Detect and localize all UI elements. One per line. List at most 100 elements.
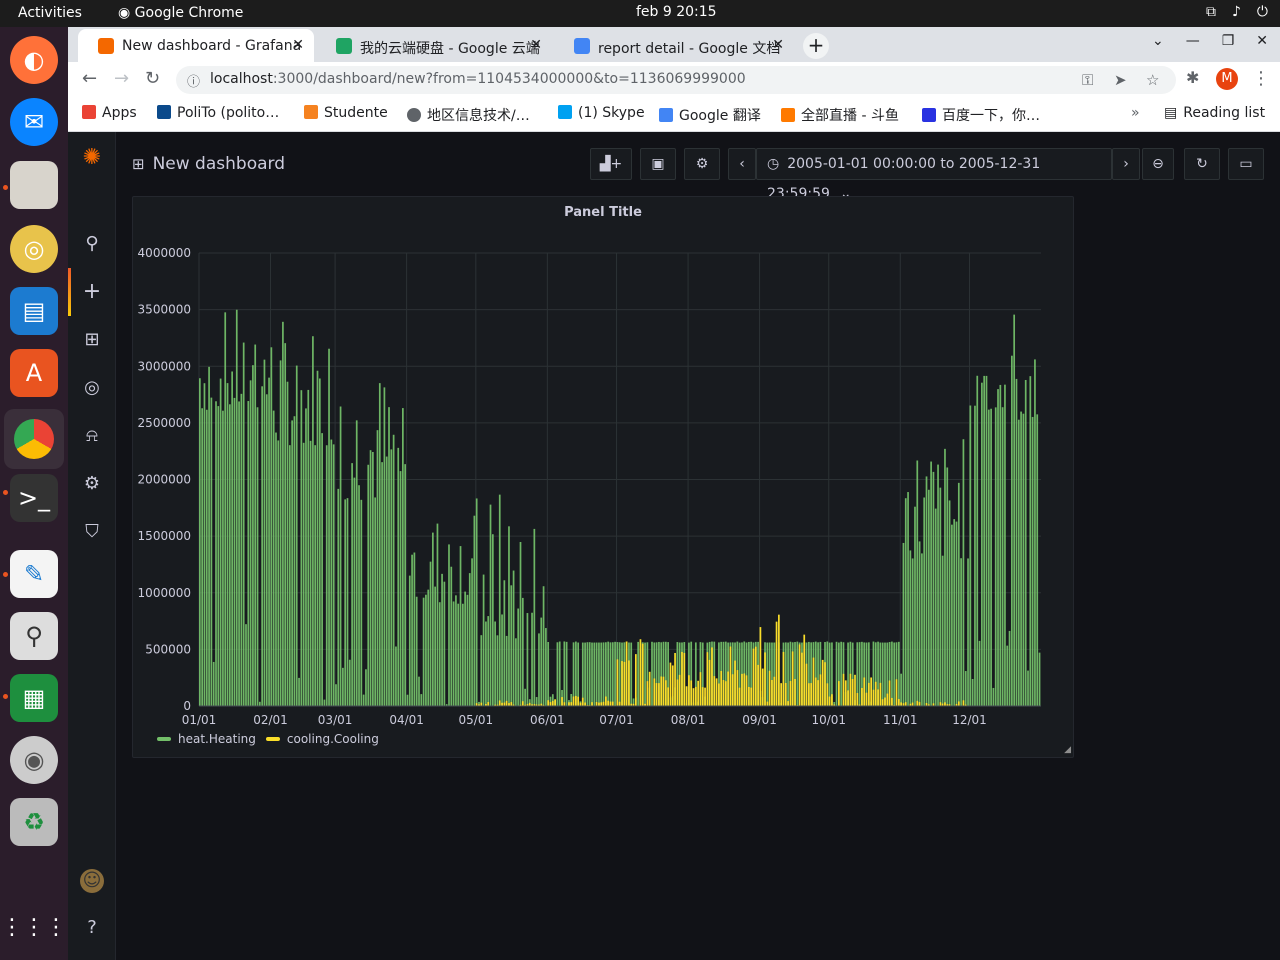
bookmark-polito[interactable]: PoliTo (polito… (157, 105, 279, 121)
create-plus-icon[interactable]: + (80, 280, 104, 304)
reading-list-button[interactable]: ▤ Reading list (1164, 105, 1265, 121)
terminal-icon[interactable]: >_ (10, 474, 58, 522)
save-dashboard-button[interactable]: ▣ (640, 148, 676, 180)
time-shift-back-button[interactable]: ‹ (728, 148, 756, 180)
graph-panel[interactable]: Panel Title 0 500000 1000000 1500000 2000000… (132, 196, 1074, 758)
refresh-button[interactable]: ↻ (1184, 148, 1220, 180)
close-window-icon[interactable]: ✕ (1256, 33, 1268, 49)
rhythmbox-icon[interactable]: ◎ (10, 225, 58, 273)
key-icon[interactable]: ⚿ (1082, 71, 1093, 89)
chevron-left-icon: ‹ (739, 156, 745, 172)
bar-cooling (738, 687, 741, 706)
clock[interactable]: feb 9 20:15 (636, 4, 717, 20)
new-tab-button[interactable]: + (803, 33, 829, 59)
reload-icon[interactable]: ↻ (145, 68, 160, 89)
legend-item-heating[interactable]: heat.Heating (157, 732, 256, 746)
restore-icon[interactable]: ❐ (1222, 33, 1235, 49)
bar-cooling (572, 696, 575, 706)
close-tab-icon[interactable]: ✕ (530, 37, 542, 53)
bookmark-skype[interactable]: (1) Skype (558, 105, 645, 121)
bar-cooling (801, 652, 803, 706)
send-icon[interactable]: ➤ (1114, 71, 1127, 89)
bookmark-baidu[interactable]: 百度一下，你… (922, 105, 1040, 125)
configuration-gear-icon[interactable]: ⚙ (80, 472, 104, 496)
bar-cooling (778, 614, 780, 706)
firefox-icon[interactable]: ◐ (10, 36, 58, 84)
thunderbird-icon[interactable]: ✉ (10, 98, 58, 146)
bar-heating (925, 476, 928, 706)
image-viewer-icon[interactable]: ⚲ (10, 612, 58, 660)
tab-label: New dashboard - Grafana (122, 38, 302, 54)
add-panel-button[interactable]: ▟+ (590, 148, 632, 180)
bar-heating (902, 542, 905, 706)
bar-cooling (870, 677, 872, 706)
bar-heating (374, 497, 377, 706)
tab-google-drive[interactable]: 我的云端硬盘 - Google 云端 ✕ (316, 29, 552, 62)
forward-icon[interactable]: → (114, 68, 129, 89)
bar-heating (828, 642, 831, 706)
bar-heating (1038, 652, 1041, 706)
activities-button[interactable]: Activities (18, 5, 82, 21)
time-shift-forward-button[interactable]: › (1112, 148, 1140, 180)
bookmark-apps[interactable]: Apps (82, 105, 137, 121)
text-editor-icon[interactable]: ✎ (10, 550, 58, 598)
bar-heating (1031, 416, 1034, 706)
writer-icon[interactable]: ▤ (10, 287, 58, 335)
minimize-icon[interactable]: — (1186, 33, 1200, 49)
show-apps-icon[interactable]: ⋮⋮⋮ (1, 903, 67, 951)
dashboards-grid-icon[interactable]: ⊞ (80, 328, 104, 352)
alerting-bell-icon[interactable]: ⍾ (80, 424, 104, 448)
dashboard-settings-button[interactable]: ⚙ (684, 148, 720, 180)
calc-icon[interactable]: ▦ (10, 674, 58, 722)
x-tick-label: 06/01 (530, 713, 565, 727)
tab-search-icon[interactable]: ⌄ (1152, 33, 1164, 49)
grafana-logo-icon[interactable]: ✺ (80, 146, 104, 170)
back-icon[interactable]: ← (82, 68, 97, 89)
bar-heating (501, 614, 503, 706)
bar-heating (355, 420, 358, 706)
site-info-icon[interactable]: ⓘ (187, 71, 200, 90)
legend-item-cooling[interactable]: cooling.Cooling (265, 732, 379, 746)
server-admin-shield-icon[interactable]: ⛉ (80, 520, 104, 544)
bar-cooling (706, 652, 709, 706)
system-tray[interactable]: ⧉ ♪ ⏻ (1206, 4, 1268, 20)
user-avatar[interactable]: ☺ (80, 869, 104, 893)
bar-heating (312, 336, 314, 706)
bar-heating (399, 471, 402, 706)
trash-icon[interactable]: ♻ (10, 798, 58, 846)
help-icon[interactable]: ? (80, 916, 104, 940)
legend-swatch-green (157, 737, 171, 741)
software-center-icon[interactable]: A (10, 349, 58, 397)
tab-google-docs[interactable]: report detail - Google 文档 ✕ (554, 29, 794, 62)
tab-grafana[interactable]: New dashboard - Grafana ✕ (78, 29, 314, 62)
active-app-menu[interactable]: ◉ Google Chrome (118, 5, 243, 21)
profile-avatar[interactable]: M (1216, 68, 1238, 90)
time-range-picker[interactable]: ◷ 2005-01-01 00:00:00 to 2005-12-31 23:59… (756, 148, 1112, 202)
address-bar[interactable]: ⓘ localhost:3000/dashboard/new?from=1104… (176, 66, 1176, 94)
resize-handle-icon[interactable]: ◢ (1064, 745, 1071, 755)
bar-heating (325, 445, 328, 706)
search-icon[interactable]: ⚲ (80, 232, 104, 256)
files-icon[interactable] (10, 161, 58, 209)
bookmark-studente[interactable]: Studente (304, 105, 388, 121)
dvd-icon[interactable]: ◉ (10, 736, 58, 784)
close-tab-icon[interactable]: ✕ (772, 37, 784, 53)
more-bookmarks-button[interactable]: » (1131, 105, 1140, 121)
dock: ◐ ✉ ◎ ▤ A >_ ✎ ⚲ ▦ ◉ ♻ ⋮⋮⋮ (0, 27, 68, 960)
bar-heating (897, 641, 900, 706)
bar-heating (944, 448, 946, 706)
bookmark-diqu[interactable]: 地区信息技术/… (407, 105, 530, 125)
explore-compass-icon[interactable]: ◎ (80, 376, 104, 400)
dashboard-title[interactable]: ⊞ New dashboard (132, 154, 285, 174)
bar-cooling (750, 687, 753, 706)
bar-heating (618, 642, 621, 706)
bookmark-google-translate[interactable]: Google 翻译 (659, 105, 761, 125)
bookmark-douyu[interactable]: 全部直播 - 斗鱼 (781, 105, 899, 125)
tv-mode-button[interactable]: ▭ (1228, 148, 1264, 180)
extensions-icon[interactable]: ✱ (1186, 68, 1199, 87)
bookmark-star-icon[interactable]: ☆ (1146, 71, 1159, 89)
close-tab-icon[interactable]: ✕ (292, 37, 304, 53)
zoom-out-button[interactable]: ⊖ (1142, 148, 1174, 180)
chrome-dock-icon[interactable] (4, 409, 64, 469)
menu-icon[interactable]: ⋮ (1252, 68, 1270, 89)
